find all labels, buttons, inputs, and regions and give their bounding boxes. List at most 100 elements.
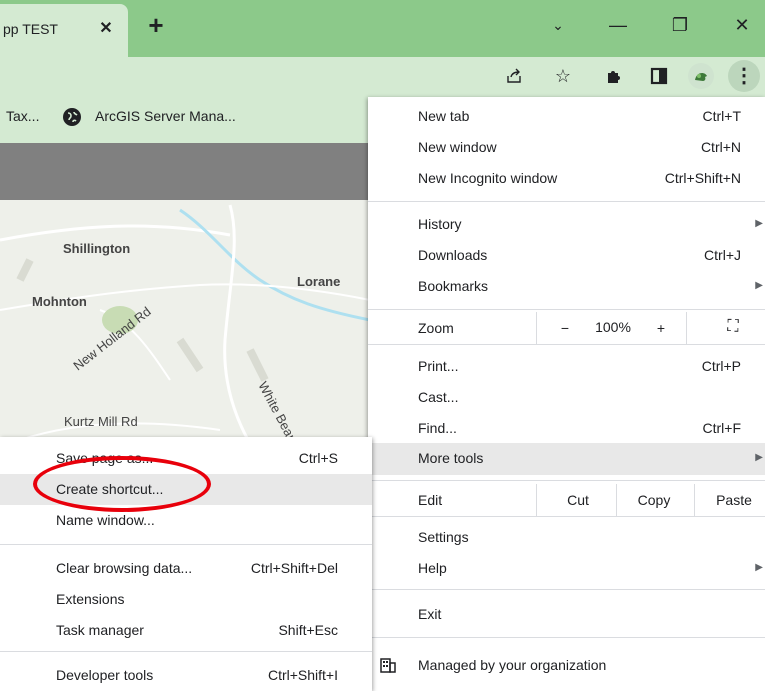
menu-item-label: Find... bbox=[418, 420, 457, 436]
submenu-arrow-icon: ▶ bbox=[755, 280, 763, 291]
submenu-arrow-icon: ▶ bbox=[755, 452, 763, 463]
menu-item-shortcut: Ctrl+Shift+Del bbox=[250, 560, 338, 576]
cut-button[interactable]: Cut bbox=[548, 492, 608, 508]
building-icon bbox=[380, 657, 396, 676]
side-panel-icon[interactable] bbox=[645, 62, 673, 90]
menu-item-more-tools[interactable]: More tools ▶ bbox=[368, 443, 765, 475]
profile-avatar[interactable] bbox=[688, 63, 714, 89]
menu-item-bookmarks[interactable]: Bookmarks ▶ bbox=[368, 271, 765, 302]
menu-item-shortcut: Ctrl+J bbox=[704, 247, 741, 263]
annotation-circle bbox=[33, 456, 211, 512]
divider bbox=[686, 312, 687, 344]
map-label: Lorane bbox=[297, 274, 341, 289]
menu-item-label: New tab bbox=[418, 108, 470, 124]
zoom-out-button[interactable]: − bbox=[550, 320, 580, 336]
zoom-level: 100% bbox=[595, 319, 631, 335]
map-label: Shillington bbox=[63, 241, 131, 256]
menu-item-downloads[interactable]: Downloads Ctrl+J bbox=[368, 240, 765, 271]
menu-item-label: Name window... bbox=[56, 512, 155, 528]
submenu-arrow-icon: ▶ bbox=[755, 562, 763, 573]
menu-item-label: Help bbox=[418, 560, 447, 576]
menu-item-label: New window bbox=[418, 139, 497, 155]
menu-item-label: Downloads bbox=[418, 247, 488, 263]
bookmark-star-icon[interactable]: ☆ bbox=[549, 62, 577, 90]
copy-button[interactable]: Copy bbox=[624, 492, 684, 508]
menu-row-edit: Edit Cut Copy Paste bbox=[368, 484, 765, 516]
bookmark-item[interactable]: ArcGIS Server Mana... bbox=[95, 108, 236, 124]
bookmark-item[interactable]: Tax... bbox=[6, 108, 39, 124]
menu-item-settings[interactable]: Settings bbox=[368, 522, 765, 553]
map-label: Mohnton bbox=[32, 294, 87, 309]
menu-separator bbox=[368, 309, 765, 310]
menu-item-shortcut: Ctrl+S bbox=[298, 450, 338, 466]
extensions-puzzle-icon[interactable] bbox=[600, 62, 628, 90]
menu-item-shortcut: Ctrl+N bbox=[700, 139, 741, 155]
chrome-main-menu: New tab Ctrl+T New window Ctrl+N New Incog… bbox=[368, 97, 765, 691]
new-tab-button[interactable]: + bbox=[142, 12, 170, 40]
menu-item-label: Settings bbox=[418, 529, 469, 545]
menu-item-cast[interactable]: Cast... bbox=[368, 382, 765, 413]
menu-separator bbox=[368, 201, 765, 202]
divider bbox=[536, 484, 537, 516]
menu-item-exit[interactable]: Exit bbox=[368, 599, 765, 630]
menu-item-shortcut: Ctrl+Shift+N bbox=[664, 170, 741, 186]
menu-row-zoom: Zoom − 100% + ⛶ bbox=[368, 312, 765, 344]
menu-separator bbox=[368, 637, 765, 638]
managed-by-org[interactable]: Managed by your organization bbox=[368, 650, 765, 681]
menu-item-label: Extensions bbox=[56, 591, 125, 607]
submenu-item-extensions[interactable]: Extensions bbox=[0, 584, 372, 615]
menu-item-shortcut: Ctrl+P bbox=[701, 358, 741, 374]
menu-item-label: New Incognito window bbox=[418, 170, 558, 186]
submenu-arrow-icon: ▶ bbox=[755, 218, 763, 229]
edit-label: Edit bbox=[418, 492, 443, 508]
managed-label: Managed by your organization bbox=[418, 657, 607, 673]
menu-item-new-tab[interactable]: New tab Ctrl+T bbox=[368, 101, 765, 132]
menu-item-shortcut: Ctrl+Shift+I bbox=[267, 667, 338, 683]
menu-item-shortcut: Ctrl+F bbox=[702, 420, 742, 436]
menu-item-history[interactable]: History ▶ bbox=[368, 209, 765, 240]
menu-item-new-window[interactable]: New window Ctrl+N bbox=[368, 132, 765, 163]
menu-item-find[interactable]: Find... Ctrl+F bbox=[368, 413, 765, 444]
zoom-label: Zoom bbox=[418, 320, 454, 336]
submenu-item-developer-tools[interactable]: Developer tools Ctrl+Shift+I bbox=[0, 660, 372, 691]
menu-item-label: More tools bbox=[418, 450, 484, 466]
menu-item-label: Task manager bbox=[56, 622, 144, 638]
tab-close-icon[interactable]: ✕ bbox=[96, 19, 116, 39]
menu-item-new-incognito[interactable]: New Incognito window Ctrl+Shift+N bbox=[368, 163, 765, 194]
submenu-item-clear-browsing[interactable]: Clear browsing data... Ctrl+Shift+Del bbox=[0, 553, 372, 584]
menu-item-label: Exit bbox=[418, 606, 442, 622]
tab-title: pp TEST bbox=[3, 21, 58, 37]
menu-item-label: Cast... bbox=[418, 389, 459, 405]
zoom-in-button[interactable]: + bbox=[646, 320, 676, 336]
active-tab[interactable]: pp TEST ✕ bbox=[0, 4, 128, 57]
close-window-button[interactable]: ✕ bbox=[722, 10, 762, 40]
submenu-item-task-manager[interactable]: Task manager Shift+Esc bbox=[0, 615, 372, 646]
menu-item-help[interactable]: Help ▶ bbox=[368, 553, 765, 584]
menu-item-label: Print... bbox=[418, 358, 459, 374]
divider bbox=[616, 484, 617, 516]
menu-item-shortcut: Shift+Esc bbox=[278, 622, 338, 638]
submenu-item-name-window[interactable]: Name window... bbox=[0, 505, 372, 536]
menu-separator bbox=[368, 589, 765, 590]
page-header-bar bbox=[0, 143, 370, 200]
fullscreen-icon[interactable]: ⛶ bbox=[718, 318, 748, 336]
menu-item-label: Clear browsing data... bbox=[56, 560, 193, 576]
share-icon[interactable] bbox=[500, 62, 528, 90]
paste-button[interactable]: Paste bbox=[704, 492, 764, 508]
menu-separator bbox=[0, 651, 372, 652]
menu-item-print[interactable]: Print... Ctrl+P bbox=[368, 351, 765, 382]
menu-item-shortcut: Ctrl+T bbox=[702, 108, 742, 124]
menu-separator bbox=[368, 480, 765, 481]
chrome-menu-button[interactable]: ⋮ bbox=[728, 60, 760, 92]
menu-item-label: Developer tools bbox=[56, 667, 154, 683]
divider bbox=[536, 312, 537, 344]
menu-separator bbox=[0, 544, 372, 545]
menu-item-label: Bookmarks bbox=[418, 278, 489, 294]
minimize-button[interactable]: — bbox=[598, 10, 638, 40]
menu-separator bbox=[368, 516, 765, 517]
divider bbox=[694, 484, 695, 516]
tab-search-icon[interactable]: ⌄ bbox=[538, 10, 578, 40]
map-label: Kurtz Mill Rd bbox=[64, 414, 138, 429]
menu-separator bbox=[368, 344, 765, 345]
restore-button[interactable]: ❐ bbox=[660, 10, 700, 40]
